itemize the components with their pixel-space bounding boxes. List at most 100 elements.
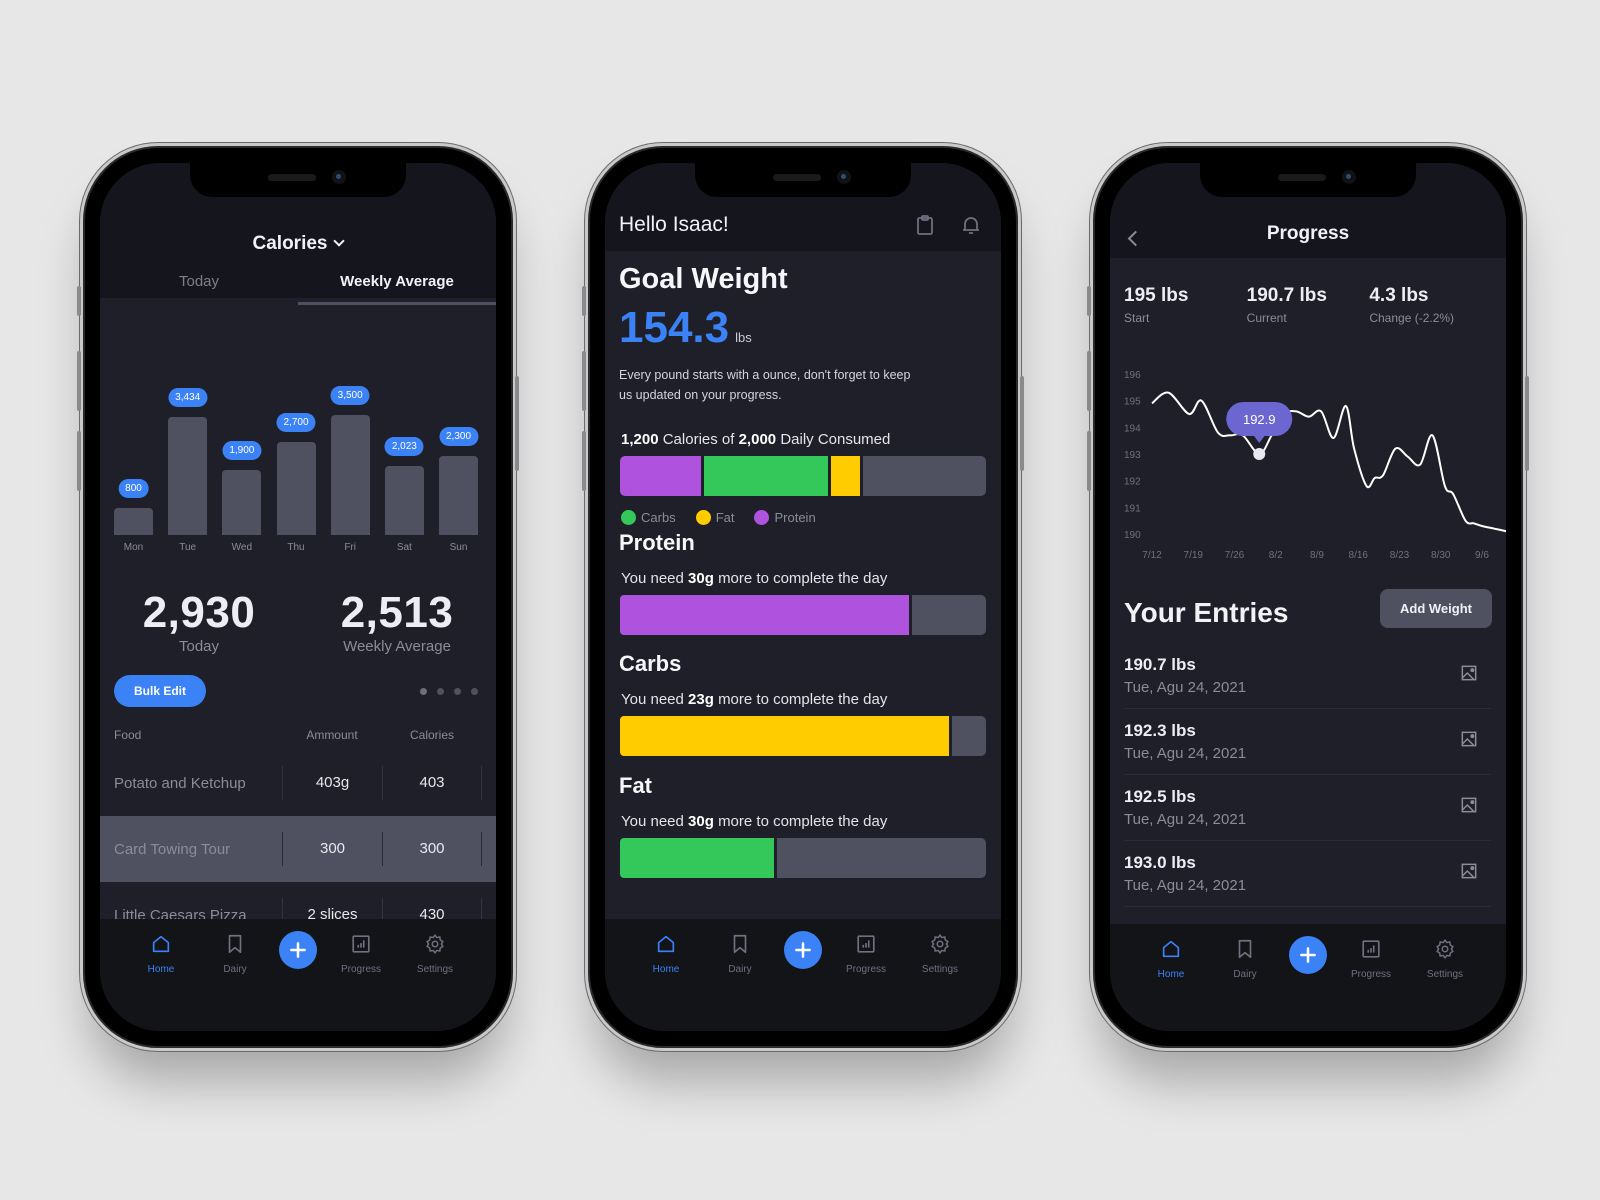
clipboard-icon[interactable] (913, 213, 937, 242)
tab-bar-items: Home Dairy Progress Settings (1110, 936, 1506, 980)
table-row[interactable]: Card Towing Tour 300 300 (100, 816, 496, 882)
entry-date: Tue, Agu 24, 2021 (1124, 811, 1247, 828)
progress-fill (620, 595, 910, 635)
bar[interactable] (330, 415, 370, 535)
x-tick-label: 7/19 (1184, 550, 1204, 561)
x-tick-label: 8/2 (1269, 550, 1283, 561)
add-weight-button[interactable]: Add Weight (1380, 589, 1492, 628)
entry-row[interactable]: 192.5 lbs Tue, Agu 24, 2021 (1124, 775, 1491, 841)
tab-progress[interactable]: Progress (1341, 938, 1401, 980)
change-label: Change (-2.2%) (1369, 311, 1455, 325)
bar[interactable] (222, 470, 262, 535)
screen: Progress 195 lbs Start 190.7 lbs Current 4… (1110, 163, 1506, 1031)
power-button (1525, 376, 1529, 471)
tab-today[interactable]: Today (100, 273, 298, 305)
y-tick-label: 190 (1124, 530, 1141, 541)
add-button[interactable] (279, 931, 317, 969)
image-icon[interactable] (1459, 795, 1491, 820)
progress-fill (620, 716, 950, 756)
weekly-value: 2,513 (340, 588, 454, 637)
screen: Hello Isaac! Goal Weight 154.3 lbs Every … (605, 163, 1001, 1031)
tab-home[interactable]: Home (131, 933, 191, 975)
bar[interactable] (114, 508, 153, 535)
segment-remaining (863, 456, 986, 496)
food-calories: 300 (382, 832, 482, 866)
column-header-amount: Ammount (306, 728, 358, 742)
bar-day-label: Thu (287, 542, 305, 553)
segmented-tabs: Today Weekly Average (100, 273, 496, 305)
start-label: Start (1124, 311, 1150, 325)
page-dot[interactable] (454, 688, 461, 695)
page-dot[interactable] (471, 688, 478, 695)
tab-settings[interactable]: Settings (405, 933, 465, 975)
table-row[interactable]: Potato and Ketchup 403g 403 (100, 750, 496, 816)
food-table: Food Ammount Calories Potato and Ketchup… (100, 728, 496, 948)
x-tick-label: 7/12 (1142, 550, 1162, 561)
progress-remaining (912, 595, 986, 635)
bulk-edit-button[interactable]: Bulk Edit (114, 675, 207, 707)
image-icon[interactable] (1459, 861, 1491, 886)
goal-weight-value: 154.3 lbs (619, 303, 752, 352)
highlight-point[interactable] (1253, 448, 1266, 460)
bar-chart-icon (350, 933, 372, 960)
power-button (1020, 376, 1024, 471)
calories-dropdown[interactable]: Calories (100, 233, 496, 255)
entry-row[interactable]: 192.3 lbs Tue, Agu 24, 2021 (1124, 709, 1491, 775)
entry-row[interactable]: 190.7 lbs Tue, Agu 24, 2021 (1124, 643, 1491, 709)
add-button[interactable] (1289, 936, 1327, 974)
bookmark-icon (1234, 938, 1256, 965)
segment-carbs (703, 456, 828, 496)
chevron-down-icon (333, 235, 346, 247)
volume-down-button (1087, 431, 1091, 491)
bar-day-label: Tue (179, 542, 197, 553)
y-tick-label: 195 (1124, 397, 1141, 408)
bar-day-label: Sat (396, 542, 412, 553)
x-tick-label: 7/26 (1225, 550, 1245, 561)
bar[interactable] (439, 456, 478, 535)
tab-label: Progress (845, 964, 886, 975)
tab-progress[interactable]: Progress (331, 933, 391, 975)
entry-row[interactable]: 193.0 lbs Tue, Agu 24, 2021 (1124, 841, 1491, 907)
legend-label: Carbs (641, 510, 676, 525)
entry-weight: 192.5 lbs (1124, 787, 1196, 806)
page-dot[interactable] (437, 688, 444, 695)
tab-weekly-average[interactable]: Weekly Average (298, 273, 496, 305)
tab-settings[interactable]: Settings (910, 933, 970, 975)
tab-progress[interactable]: Progress (836, 933, 896, 975)
bar-value-label: 3,434 (168, 388, 208, 407)
bar-value-label: 800 (118, 479, 149, 498)
tab-dairy[interactable]: Dairy (710, 933, 770, 975)
tab-home[interactable]: Home (636, 933, 696, 975)
tab-dairy[interactable]: Dairy (1215, 938, 1275, 980)
y-tick-label: 192 (1124, 477, 1141, 488)
page-dot[interactable] (420, 688, 427, 695)
bar-group: 2,700 Thu (276, 392, 316, 553)
volume-down-button (582, 431, 586, 491)
x-tick-label: 8/23 (1390, 550, 1410, 561)
tab-home[interactable]: Home (1141, 938, 1201, 980)
calories-summary: 1,200 Calories of 2,000 Daily Consumed (621, 431, 891, 448)
column-header-calories: Calories (409, 728, 454, 742)
column-header-food: Food (114, 728, 142, 742)
calorie-stats: 2,930 Today 2,513 Weekly Average (100, 588, 496, 655)
table-header: Food Ammount Calories (100, 728, 496, 750)
image-icon[interactable] (1459, 663, 1491, 688)
macro-title: Fat (619, 773, 652, 798)
macro-title: Protein (619, 530, 695, 555)
tab-dairy[interactable]: Dairy (205, 933, 265, 975)
add-button[interactable] (784, 931, 822, 969)
page-indicator[interactable] (420, 688, 478, 695)
bar[interactable] (384, 466, 424, 535)
legend-dot (621, 510, 636, 525)
bookmark-icon (224, 933, 246, 960)
image-icon[interactable] (1459, 729, 1491, 754)
today-value: 2,930 (142, 588, 256, 637)
bar[interactable] (276, 442, 316, 535)
bell-icon[interactable] (959, 213, 983, 242)
bar[interactable] (168, 417, 208, 535)
bar-group: 2,300 Sun (438, 406, 479, 553)
camera-icon (837, 170, 851, 184)
macro-title: Carbs (619, 651, 682, 676)
tab-settings[interactable]: Settings (1415, 938, 1475, 980)
tooltip-pointer (1253, 435, 1266, 443)
